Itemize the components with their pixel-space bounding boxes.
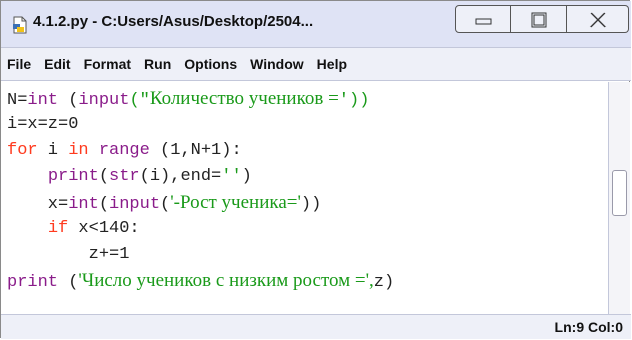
code-line[interactable]: z+=1 [7, 242, 130, 268]
menu-help[interactable]: Help [317, 56, 347, 72]
menu-bar: File Edit Format Run Options Window Help [1, 47, 631, 81]
code-line[interactable]: if x<140: [7, 216, 140, 242]
maximize-button[interactable] [511, 5, 567, 33]
minimize-button[interactable] [455, 5, 511, 33]
code-line[interactable]: for i in range (1,N+1): [7, 138, 242, 164]
maximize-icon [531, 12, 547, 28]
code-line[interactable]: x=int(input('-Рост ученика=')) [7, 190, 322, 216]
title-bar[interactable]: 4.1.2.py - C:Users/Asus/Desktop/2504... [1, 1, 631, 47]
code-line[interactable]: i=x=z=0 [7, 112, 78, 138]
code-editor[interactable]: N=int (input("Количество учеников =')) i… [1, 82, 608, 314]
code-line[interactable]: N=int (input("Количество учеников =')) [7, 86, 369, 112]
code-line[interactable]: print(str(i),end='') [7, 164, 252, 190]
menu-window[interactable]: Window [250, 56, 304, 72]
close-button[interactable] [567, 5, 629, 33]
window-title: 4.1.2.py - C:Users/Asus/Desktop/2504... [33, 13, 314, 30]
vertical-scrollbar[interactable] [608, 82, 630, 314]
idle-editor-window: 4.1.2.py - C:Users/Asus/Desktop/2504... [0, 0, 631, 339]
status-bar: Ln:9 Col:0 [1, 314, 631, 339]
scrollbar-thumb[interactable] [612, 170, 627, 216]
python-file-icon [11, 16, 29, 34]
window-controls [455, 5, 629, 33]
menu-edit[interactable]: Edit [44, 56, 70, 72]
menu-run[interactable]: Run [144, 56, 171, 72]
cursor-position: Ln:9 Col:0 [554, 319, 623, 335]
menu-format[interactable]: Format [84, 56, 131, 72]
menu-file[interactable]: File [7, 56, 31, 72]
code-line[interactable]: print ('Число учеников с низким ростом =… [7, 268, 394, 294]
close-icon [589, 12, 607, 28]
menu-options[interactable]: Options [184, 56, 237, 72]
minimize-icon [475, 18, 492, 25]
